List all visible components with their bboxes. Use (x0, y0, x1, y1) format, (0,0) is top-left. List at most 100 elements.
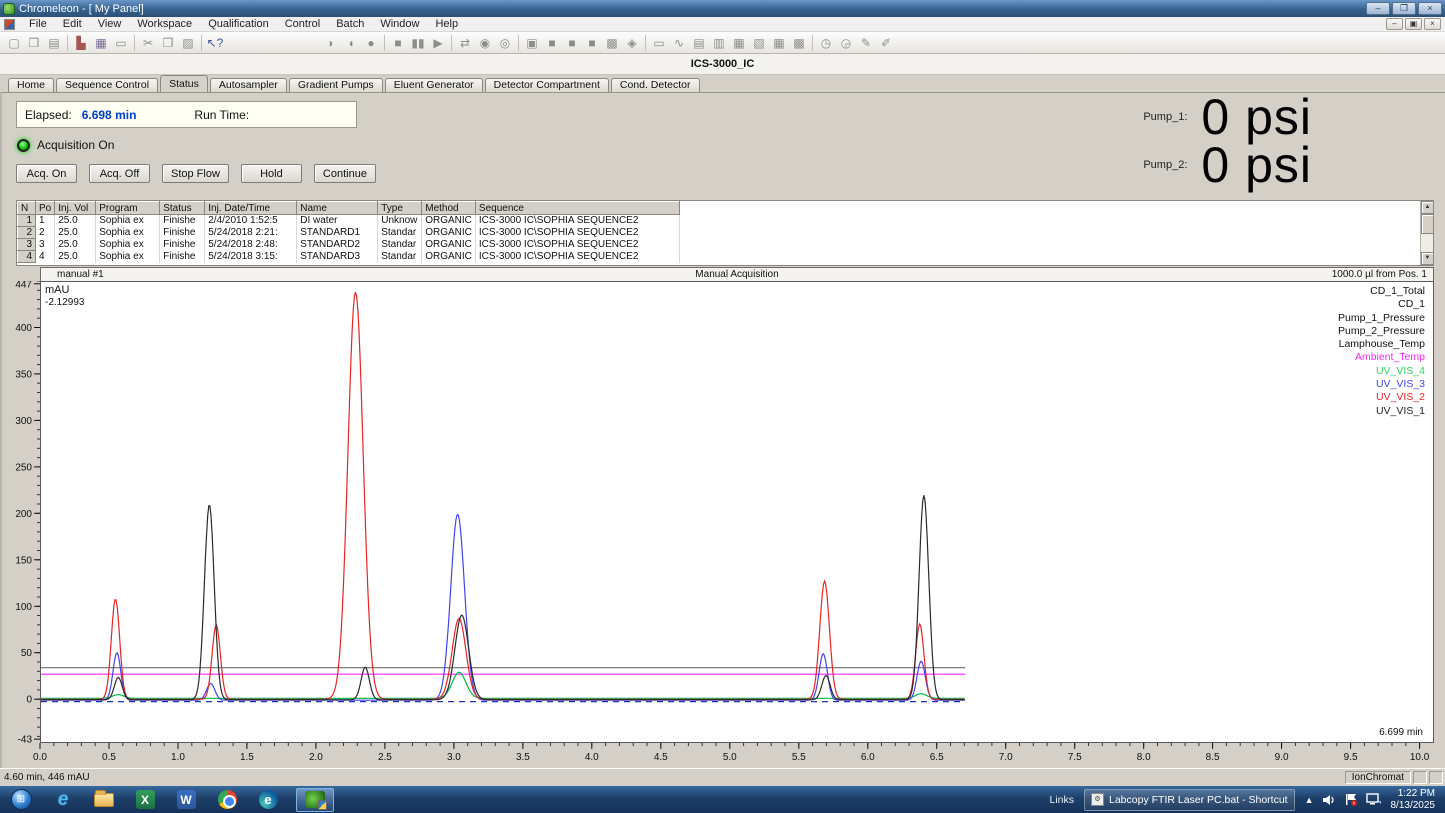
tab-status[interactable]: Status (160, 75, 208, 92)
layout-rows-icon[interactable]: ▤ (689, 34, 709, 52)
time-back-icon[interactable]: ◶ (836, 34, 856, 52)
plot-area[interactable]: mAU -2.12993 6.699 min CD_1_TotalCD_1Pum… (40, 281, 1434, 743)
column-header-inj-vol[interactable]: Inj. Vol (55, 202, 96, 215)
table-row[interactable]: 1125.0Sophia exFinishe2/4/2010 1:52:5DI … (18, 215, 680, 227)
column-header-program[interactable]: Program (96, 202, 160, 215)
links-toolbar[interactable]: Links (1049, 794, 1074, 806)
continue-button[interactable]: Continue (314, 164, 376, 183)
panel-tabset-icon[interactable]: ▙ (71, 34, 91, 52)
monitor-icon[interactable]: ▣ (522, 34, 542, 52)
tab-home[interactable]: Home (8, 78, 54, 92)
block-2-icon[interactable]: ■ (562, 34, 582, 52)
scroll-up-icon[interactable]: ▲ (1421, 201, 1434, 214)
exchange-icon[interactable]: ⇄ (455, 34, 475, 52)
prepare-icon[interactable]: ◖ (341, 34, 361, 52)
print-icon[interactable]: ▭ (111, 34, 131, 52)
layout-dense-icon[interactable]: ▦ (769, 34, 789, 52)
layout-grid-icon[interactable]: ▦ (729, 34, 749, 52)
takeover-icon[interactable]: ◉ (475, 34, 495, 52)
tab-autosampler[interactable]: Autosampler (210, 78, 287, 92)
open-icon[interactable]: ❒ (24, 34, 44, 52)
column-header-name[interactable]: Name (297, 202, 378, 215)
scrollbar-thumb[interactable] (1421, 214, 1434, 234)
tab-sequence-control[interactable]: Sequence Control (56, 78, 158, 92)
start-icon[interactable]: ▶ (428, 34, 448, 52)
acq-off-button[interactable]: Acq. Off (89, 164, 150, 183)
time-forward-icon[interactable]: ◷ (816, 34, 836, 52)
menu-batch[interactable]: Batch (328, 18, 372, 30)
menu-control[interactable]: Control (277, 18, 328, 30)
action-center-flag-icon[interactable]: × (1344, 793, 1358, 806)
copy-icon[interactable]: ❐ (158, 34, 178, 52)
edge-icon[interactable]: e (255, 789, 281, 811)
excel-icon[interactable]: X (132, 789, 158, 811)
chart-icon[interactable]: ∿ (669, 34, 689, 52)
column-header-status[interactable]: Status (160, 202, 205, 215)
maximize-button[interactable]: ❐ (1392, 2, 1416, 15)
minimize-button[interactable]: – (1366, 2, 1390, 15)
tray-expand-icon[interactable]: ▲ (1305, 795, 1314, 805)
menu-qualification[interactable]: Qualification (200, 18, 277, 30)
context-help-icon[interactable]: ↖? (205, 34, 225, 52)
signature-icon[interactable]: ✎ (856, 34, 876, 52)
word-icon[interactable]: W (173, 789, 199, 811)
start-button[interactable]: ⊞ (6, 788, 36, 811)
layout-tiny-icon[interactable]: ▩ (789, 34, 809, 52)
menu-file[interactable]: File (21, 18, 55, 30)
table-row[interactable]: 2225.0Sophia exFinishe5/24/2018 2:21:STA… (18, 227, 680, 239)
inject-icon[interactable]: ◗ (321, 34, 341, 52)
column-header-inj-date-time[interactable]: Inj. Date/Time (205, 202, 297, 215)
table-row[interactable]: 4425.0Sophia exFinishe5/24/2018 3:15:STA… (18, 251, 680, 263)
mdi-close-button[interactable]: × (1424, 18, 1441, 30)
column-header-type[interactable]: Type (378, 202, 422, 215)
stop-icon[interactable]: ■ (388, 34, 408, 52)
block-3-icon[interactable]: ■ (582, 34, 602, 52)
countersign-icon[interactable]: ✐ (876, 34, 896, 52)
shortcut-taskbar-button[interactable]: ⚙ Labcopy FTIR Laser PC.bat - Shortcut (1084, 789, 1295, 811)
internet-explorer-icon[interactable]: e (50, 789, 76, 811)
column-header-n[interactable]: N (18, 202, 36, 215)
mdi-restore-button[interactable]: ▣ (1405, 18, 1422, 30)
record-icon[interactable]: ● (361, 34, 381, 52)
file-explorer-icon[interactable] (91, 789, 117, 811)
stop-flow-button[interactable]: Stop Flow (162, 164, 229, 183)
column-header-method[interactable]: Method (422, 202, 476, 215)
network-display-icon[interactable] (1366, 793, 1381, 806)
tab-cond-detector[interactable]: Cond. Detector (611, 78, 700, 92)
column-header-sequence[interactable]: Sequence (475, 202, 679, 215)
menu-help[interactable]: Help (427, 18, 466, 30)
taskbar-clock[interactable]: 1:22 PM 8/13/2025 (1391, 788, 1440, 812)
tab-detector-compartment[interactable]: Detector Compartment (485, 78, 609, 92)
table-scrollbar[interactable]: ▲ ▼ (1420, 201, 1433, 265)
acq-on-button[interactable]: Acq. On (16, 164, 77, 183)
chrome-icon[interactable] (214, 789, 240, 811)
mdi-minimize-button[interactable]: – (1386, 18, 1403, 30)
table-row[interactable]: 3325.0Sophia exFinishe5/24/2018 2:48:STA… (18, 239, 680, 251)
pause-icon[interactable]: ▮▮ (408, 34, 428, 52)
layout-cols-icon[interactable]: ▥ (709, 34, 729, 52)
table-cell: 25.0 (55, 251, 96, 263)
new-window-icon[interactable]: ▭ (649, 34, 669, 52)
menu-workspace[interactable]: Workspace (129, 18, 200, 30)
menu-edit[interactable]: Edit (55, 18, 90, 30)
volume-icon[interactable] (1322, 794, 1336, 806)
menu-view[interactable]: View (90, 18, 130, 30)
wizard-icon[interactable]: ◈ (622, 34, 642, 52)
menu-window[interactable]: Window (372, 18, 427, 30)
tab-gradient-pumps[interactable]: Gradient Pumps (289, 78, 383, 92)
layout-mixed-icon[interactable]: ▧ (749, 34, 769, 52)
scroll-down-icon[interactable]: ▼ (1421, 252, 1434, 265)
smartstart-icon[interactable]: ▩ (602, 34, 622, 52)
paste-icon[interactable]: ▨ (178, 34, 198, 52)
save-icon[interactable]: ▤ (44, 34, 64, 52)
browser-icon[interactable]: ▦ (91, 34, 111, 52)
hold-button[interactable]: Hold (241, 164, 302, 183)
release-icon[interactable]: ◎ (495, 34, 515, 52)
new-file-icon[interactable]: ▢ (4, 34, 24, 52)
close-button[interactable]: × (1418, 2, 1442, 15)
block-1-icon[interactable]: ■ (542, 34, 562, 52)
tab-eluent-generator[interactable]: Eluent Generator (385, 78, 483, 92)
cut-icon[interactable]: ✂ (138, 34, 158, 52)
column-header-po[interactable]: Po (36, 202, 55, 215)
chromeleon-taskbar-button[interactable] (296, 788, 334, 812)
